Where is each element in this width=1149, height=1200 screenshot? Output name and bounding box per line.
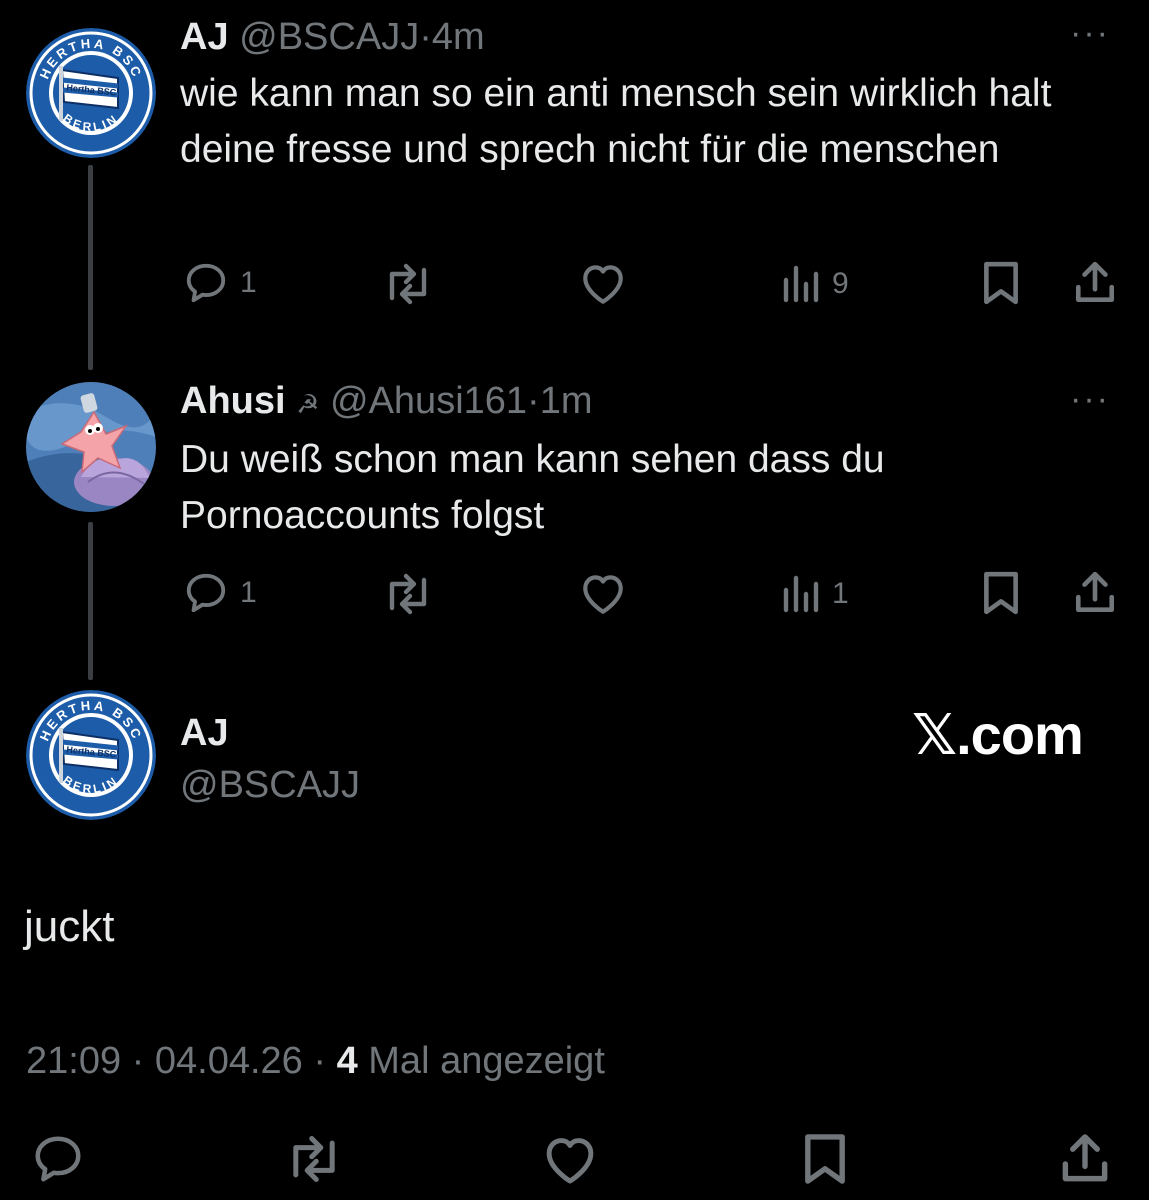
- separator-dot: ·: [313, 1040, 327, 1082]
- tweet-header: Ahusi ☭ @Ahusi161·1m: [180, 380, 593, 423]
- hammer-sickle-emoji: ☭: [296, 389, 320, 419]
- tweet-text: wie kann man so ein anti mensch sein wir…: [180, 72, 1052, 171]
- author-handle[interactable]: @Ahusi161: [330, 380, 527, 422]
- reply-button[interactable]: 1: [182, 570, 257, 616]
- repost-button[interactable]: [382, 572, 434, 616]
- separator-dot: ·: [131, 1040, 145, 1082]
- bookmark-button[interactable]: [980, 260, 1022, 306]
- bookmark-button[interactable]: [980, 570, 1022, 616]
- author-name[interactable]: AJ: [180, 712, 229, 755]
- share-button[interactable]: [1058, 1132, 1112, 1186]
- author-name[interactable]: Ahusi: [180, 380, 286, 422]
- repost-icon: [389, 263, 427, 305]
- share-icon: [1075, 571, 1115, 613]
- like-button[interactable]: [540, 1132, 600, 1186]
- avatar-ahusi[interactable]: [26, 382, 156, 512]
- views-button[interactable]: 1: [780, 574, 849, 614]
- tweet-date[interactable]: 04.04.26: [155, 1040, 303, 1082]
- share-icon: [1075, 261, 1115, 303]
- x-com-watermark: 𝕏.com: [912, 703, 1084, 766]
- repost-icon: [293, 1136, 335, 1182]
- separator-dot: ·: [527, 380, 540, 422]
- tweet-meta: 21:09 · 04.04.26 · 4 Mal angezeigt: [26, 1040, 605, 1083]
- separator-dot: ·: [419, 16, 432, 58]
- tweet-text: juckt: [24, 902, 115, 951]
- share-button[interactable]: [1072, 570, 1118, 616]
- tweet-text: Du weiß schon man kann sehen dass du Por…: [180, 438, 885, 537]
- bookmark-button[interactable]: [800, 1132, 850, 1186]
- views-label[interactable]: Mal angezeigt: [368, 1040, 605, 1082]
- thread-line: [88, 522, 93, 680]
- more-icon[interactable]: ···: [1070, 380, 1110, 419]
- reply-button[interactable]: [30, 1132, 86, 1186]
- tweet-time[interactable]: 21:09: [26, 1040, 121, 1082]
- views-count: 1: [832, 577, 849, 610]
- repost-button[interactable]: [284, 1134, 344, 1184]
- tweet-time[interactable]: 1m: [540, 380, 593, 422]
- heart-icon: [583, 265, 623, 304]
- bookmark-icon: [805, 1134, 845, 1184]
- like-button[interactable]: [578, 260, 628, 306]
- like-button[interactable]: [578, 570, 628, 616]
- author-name[interactable]: AJ: [180, 16, 229, 58]
- reply-count: 1: [240, 266, 257, 299]
- author-handle[interactable]: @BSCAJJ: [239, 16, 419, 58]
- author-handle[interactable]: @BSCAJJ: [180, 764, 360, 807]
- hertha-logo-icon: Hertha BSC HERTHA BSC BERLIN: [26, 690, 156, 820]
- reply-button[interactable]: 1: [182, 260, 257, 306]
- reply-icon: [186, 263, 226, 303]
- bookmark-icon: [984, 261, 1018, 305]
- reply-count: 1: [240, 576, 257, 609]
- share-icon: [1062, 1134, 1108, 1182]
- tweet-header: AJ @BSCAJJ·4m: [180, 16, 485, 59]
- avatar-aj[interactable]: Hertha BSC HERTHA BSC BERLIN: [26, 28, 156, 158]
- reply-icon: [35, 1136, 81, 1182]
- repost-button[interactable]: [382, 262, 434, 306]
- tweet-time[interactable]: 4m: [432, 16, 485, 58]
- views-icon: [783, 575, 819, 613]
- more-icon[interactable]: ···: [1070, 14, 1110, 53]
- patrick-avatar-icon: [26, 382, 156, 512]
- hertha-logo-icon: Hertha BSC HERTHA BSC BERLIN: [26, 28, 156, 158]
- share-button[interactable]: [1072, 260, 1118, 306]
- reply-icon: [186, 573, 226, 613]
- heart-icon: [546, 1138, 594, 1184]
- heart-icon: [583, 575, 623, 614]
- views-count: 9: [832, 267, 849, 300]
- views-button[interactable]: 9: [780, 264, 849, 304]
- bookmark-icon: [984, 571, 1018, 615]
- thread-line: [88, 165, 93, 370]
- repost-icon: [389, 573, 427, 615]
- views-icon: [783, 265, 819, 303]
- avatar-aj[interactable]: Hertha BSC HERTHA BSC BERLIN: [26, 690, 156, 820]
- views-count: 4: [336, 1040, 358, 1082]
